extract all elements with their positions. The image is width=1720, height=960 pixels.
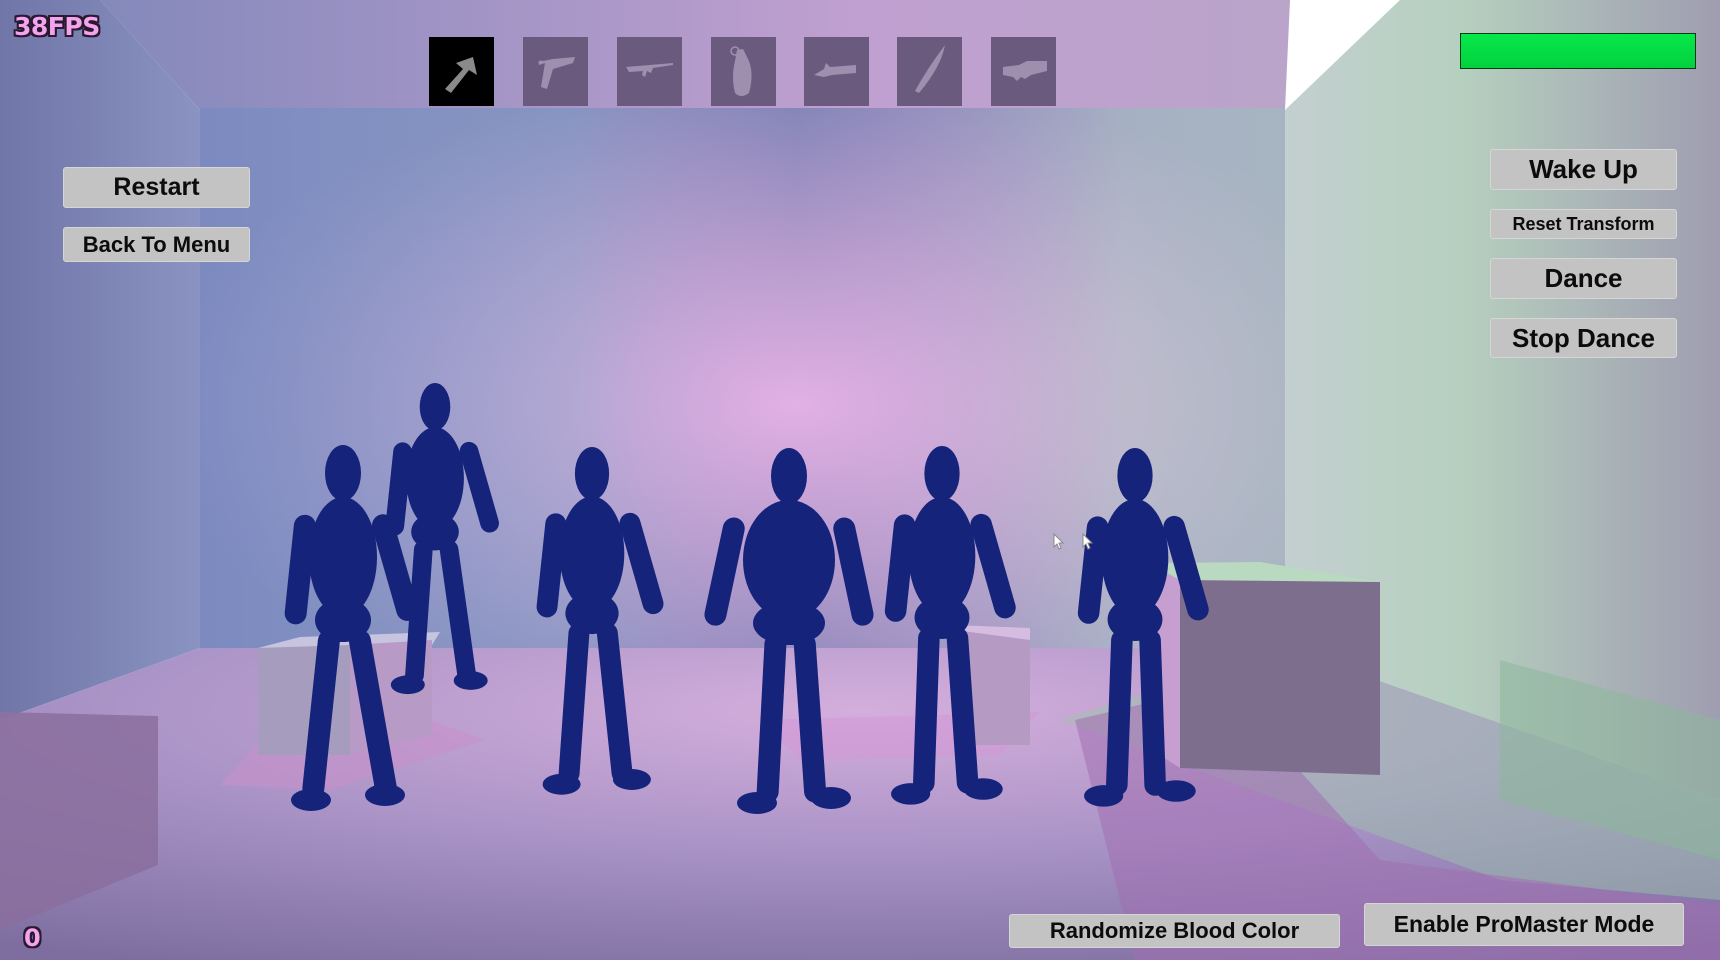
weapon-slot-minigun[interactable]	[804, 37, 869, 106]
weapon-slot-hammer[interactable]	[429, 37, 494, 106]
health-bar	[1460, 33, 1696, 69]
cursor-icon	[1082, 533, 1094, 550]
minigun-icon	[814, 63, 856, 77]
enable-promaster-mode-button[interactable]: Enable ProMaster Mode	[1364, 903, 1684, 946]
health-bar-fill	[1461, 34, 1695, 68]
restart-button[interactable]: Restart	[63, 167, 250, 208]
launcher-icon	[1003, 61, 1047, 81]
weapon-slot-knife[interactable]	[897, 37, 962, 106]
fps-counter: 38FPS	[14, 12, 100, 41]
hammer-icon	[445, 57, 477, 93]
weapon-slot-assault-rifle[interactable]	[617, 37, 682, 106]
knife-icon	[915, 45, 945, 93]
game-viewport[interactable]	[0, 0, 1720, 960]
stop-dance-button[interactable]: Stop Dance	[1490, 318, 1677, 358]
weapon-slot-pistol[interactable]	[523, 37, 588, 106]
randomize-blood-color-button[interactable]: Randomize Blood Color	[1009, 914, 1340, 948]
box-right-front	[1180, 580, 1380, 775]
score-counter: 0	[24, 924, 41, 952]
weapon-slot-grenade[interactable]	[711, 37, 776, 106]
cursor-icon	[1053, 533, 1065, 550]
left-wall	[0, 0, 200, 720]
wake-up-button[interactable]: Wake Up	[1490, 149, 1677, 190]
grenade-icon	[730, 46, 752, 96]
pistol-icon	[538, 57, 575, 89]
reset-transform-button[interactable]: Reset Transform	[1490, 209, 1677, 239]
dance-button[interactable]: Dance	[1490, 258, 1677, 299]
rifle-icon	[626, 63, 673, 77]
weapon-slot-launcher[interactable]	[991, 37, 1056, 106]
back-to-menu-button[interactable]: Back To Menu	[63, 227, 250, 262]
